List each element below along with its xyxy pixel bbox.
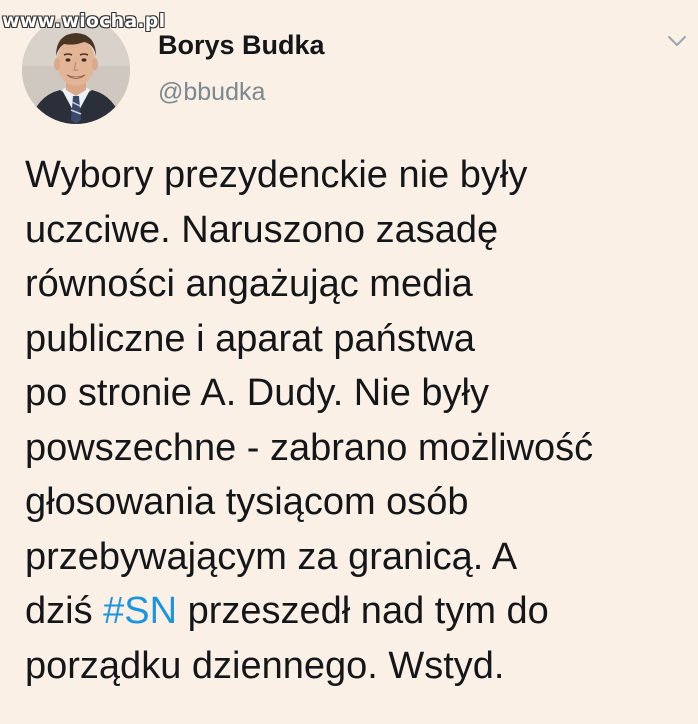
- tweet-line: uczciwe. Naruszono zasadę: [25, 208, 499, 251]
- avatar[interactable]: [22, 16, 130, 124]
- tweet-text-segment: dziś: [25, 590, 104, 632]
- author-handle[interactable]: @bbudka: [158, 76, 265, 108]
- tweet-line: Wybory prezydenckie nie były: [25, 154, 528, 196]
- tweet-line: równości angażując media: [25, 263, 473, 305]
- hashtag-link[interactable]: #SN: [103, 590, 177, 632]
- tweet-line: przebywającym za granicą. A: [25, 535, 518, 578]
- tweet-text-segment: przeszedł nad tym do: [177, 590, 549, 632]
- tweet-line: po stronie A. Dudy. Nie były: [25, 372, 489, 414]
- profile-photo: [22, 16, 130, 124]
- tweet-line: dziś #SN przeszedł nad tym do: [25, 584, 685, 639]
- watermark: www.wiocha.pl: [2, 10, 166, 32]
- tweet-line: porządku dziennego. Wstyd.: [25, 644, 505, 687]
- tweet-text: Wybory prezydenckie nie były uczciwe. Na…: [25, 148, 685, 693]
- tweet-line: głosowania tysiącom osób: [25, 481, 469, 523]
- tweet-line: publiczne i aparat państwa: [25, 317, 475, 360]
- author-name[interactable]: Borys Budka: [158, 28, 325, 62]
- tweet-line: powszechne - zabrano możliwość: [25, 426, 594, 469]
- chevron-down-icon[interactable]: [664, 28, 690, 54]
